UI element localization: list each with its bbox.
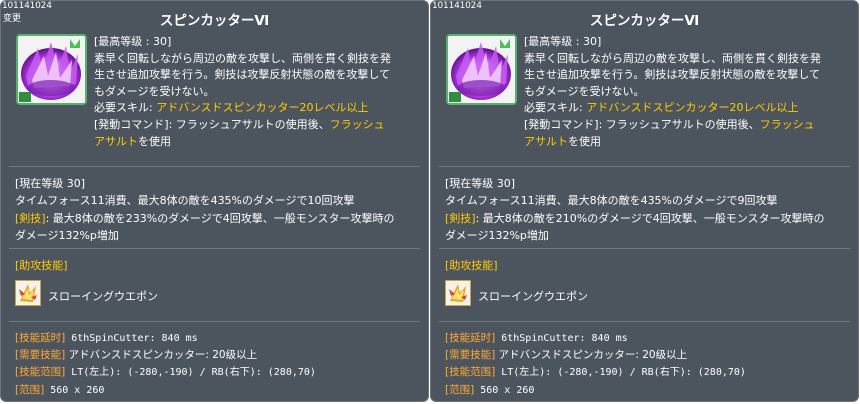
divider bbox=[439, 248, 850, 249]
desc-line-1: 素早く回転しながら周辺の敵を攻撃し、両側を貫く剣技を発 bbox=[524, 51, 821, 65]
stat-range-value: LT(左上): (-280,-190) / RB(右下): (280,70) bbox=[65, 367, 316, 379]
stat-delay: [技能延时] 6thSpinCutter: 840 ms bbox=[445, 330, 746, 347]
activation-command-cont: アサルトを使用 bbox=[94, 134, 424, 151]
stat-range: [技能范围] LT(左上): (-280,-190) / RB(右下): (28… bbox=[15, 364, 316, 381]
current-level: [現在等级 30] bbox=[445, 177, 516, 190]
desc-line-2: 生させ追加攻撃を行う。剣技は攻撃反射状態の敵を攻撃して bbox=[94, 68, 391, 82]
activation-command-value-2: アサルト bbox=[524, 134, 568, 148]
current-line-1: タイムフォース11消費、最大8体の敵を435%のダメージで9回攻撃 bbox=[445, 194, 778, 208]
stat-range: [技能范围] LT(左上): (-280,-190) / RB(右下): (28… bbox=[445, 364, 746, 381]
desc-line-1: 素早く回転しながら周辺の敵を攻撃し、両側を貫く剣技を発 bbox=[94, 51, 391, 65]
stat-area: [范围] 560 x 260 bbox=[445, 382, 746, 399]
stat-delay-label: [技能延时] bbox=[445, 332, 496, 344]
divider bbox=[439, 166, 850, 167]
skill-description: [最高等级 : 30] 素早く回転しながら周辺の敵を攻撃し、両側を貫く剣技を発 … bbox=[94, 34, 424, 150]
sword-tech-label: [剣技] bbox=[15, 211, 46, 225]
stat-range-label: [技能范围] bbox=[15, 366, 66, 379]
stat-delay-value: 6thSpinCutter: 840 ms bbox=[495, 333, 628, 344]
skill-tooltip-right: 101141024 スピンカッターⅥ [最高等级 : 30] 素早く回転しながら… bbox=[430, 0, 859, 402]
activation-command: [発動コマンド]: フラッシュアサルトの使用後、フラッシュ bbox=[94, 117, 424, 134]
stat-area-value: 560 x 260 bbox=[474, 384, 535, 396]
stat-required-value: アドバンスドスピンカッター: 20级以上 bbox=[495, 349, 688, 362]
divider bbox=[9, 321, 420, 322]
throwing-weapon-icon bbox=[15, 280, 41, 306]
activation-command-label: [発動コマンド]: フラッシュアサルトの使用後、 bbox=[94, 117, 330, 131]
activation-command-tail: を使用 bbox=[568, 134, 601, 148]
skill-description: [最高等级 : 30] 素早く回転しながら周辺の敵を攻撃し、両側を貫く剣技を発 … bbox=[524, 34, 854, 150]
stat-delay-value: 6thSpinCutter: 840 ms bbox=[65, 333, 198, 344]
stat-delay: [技能延时] 6thSpinCutter: 840 ms bbox=[15, 330, 316, 347]
stat-required-value: アドバンスドスピンカッター: 20级以上 bbox=[65, 349, 258, 362]
divider bbox=[439, 321, 850, 322]
desc-line-3: もダメージを受けない。 bbox=[524, 84, 645, 98]
purple-spin-cutter-icon bbox=[446, 34, 517, 105]
stat-area-label: [范围] bbox=[15, 383, 45, 396]
current-line-2: [剣技]: 最大8体の敵を233%のダメージで4回攻撃、一般モンスター攻撃時の bbox=[15, 210, 427, 227]
divider bbox=[9, 166, 420, 167]
current-line-2: [剣技]: 最大8体の敵を210%のダメージで4回攻撃、一般モンスター攻撃時の bbox=[445, 210, 857, 227]
purple-spin-cutter-icon bbox=[16, 34, 87, 105]
required-skill: 必要スキル: アドバンスドスピンカッター20レベル以上 bbox=[94, 100, 424, 117]
sword-tech-text: : 最大8体の敵を210%のダメージで4回攻撃、一般モンスター攻撃時の bbox=[475, 211, 825, 225]
activation-command-cont: アサルトを使用 bbox=[524, 134, 854, 151]
desc-line-2: 生させ追加攻撃を行う。剣技は攻撃反射状態の敵を攻撃して bbox=[524, 68, 821, 82]
stat-area: [范围] 560 x 260 bbox=[15, 382, 316, 399]
skill-title: スピンカッターⅥ bbox=[159, 13, 270, 29]
sword-tech-text: : 最大8体の敵を233%のダメージで4回攻撃、一般モンスター攻撃時の bbox=[45, 211, 395, 225]
activation-command-tail: を使用 bbox=[138, 134, 171, 148]
skill-stats: [技能延时] 6thSpinCutter: 840 ms [需要技能] アドバン… bbox=[445, 330, 746, 399]
stat-delay-label: [技能延时] bbox=[15, 332, 66, 344]
throwing-weapon-icon bbox=[445, 280, 471, 306]
stat-required: [需要技能] アドバンスドスピンカッター: 20级以上 bbox=[445, 347, 746, 364]
current-level-info: [現在等级 30] タイムフォース11消費、最大8体の敵を435%のダメージで1… bbox=[15, 175, 427, 244]
current-line-1: タイムフォース11消費、最大8体の敵を435%のダメージで10回攻撃 bbox=[15, 194, 355, 208]
stat-required-label: [需要技能] bbox=[445, 349, 496, 362]
assist-skill-name: スローイングウエポン bbox=[48, 290, 158, 303]
max-level: [最高等级 : 30] bbox=[94, 35, 172, 48]
current-level: [現在等级 30] bbox=[15, 177, 86, 190]
skill-stats: [技能延时] 6thSpinCutter: 840 ms [需要技能] アドバン… bbox=[15, 330, 316, 399]
stat-required: [需要技能] アドバンスドスピンカッター: 20级以上 bbox=[15, 347, 316, 364]
required-skill-label: 必要スキル: bbox=[94, 101, 157, 115]
assist-skill-name: スローイングウエポン bbox=[478, 290, 588, 303]
current-line-3: ダメージ132%p増加 bbox=[445, 228, 549, 242]
divider bbox=[9, 248, 420, 249]
stat-area-value: 560 x 260 bbox=[44, 384, 105, 396]
sword-tech-label: [剣技] bbox=[445, 211, 476, 225]
current-line-3: ダメージ132%p増加 bbox=[15, 228, 119, 242]
activation-command: [発動コマンド]: フラッシュアサルトの使用後、フラッシュ bbox=[524, 117, 854, 134]
current-level-info: [現在等级 30] タイムフォース11消費、最大8体の敵を435%のダメージで9… bbox=[445, 175, 857, 244]
assist-skill-title: [助攻技能] bbox=[15, 259, 68, 272]
skill-title: スピンカッターⅥ bbox=[589, 13, 700, 29]
required-skill: 必要スキル: アドバンスドスピンカッター20レベル以上 bbox=[524, 100, 854, 117]
max-level: [最高等级 : 30] bbox=[524, 35, 602, 48]
activation-command-value-2: アサルト bbox=[94, 134, 138, 148]
activation-command-value-1: フラッシュ bbox=[759, 117, 815, 131]
activation-command-value-1: フラッシュ bbox=[329, 117, 385, 131]
stat-range-label: [技能范围] bbox=[445, 366, 496, 379]
required-skill-value: アドバンスドスピンカッター20レベル以上 bbox=[586, 101, 799, 115]
required-skill-label: 必要スキル: bbox=[524, 101, 587, 115]
stat-required-label: [需要技能] bbox=[15, 349, 66, 362]
stat-range-value: LT(左上): (-280,-190) / RB(右下): (280,70) bbox=[495, 367, 746, 379]
assist-skill-title: [助攻技能] bbox=[445, 259, 498, 272]
stat-area-label: [范围] bbox=[445, 383, 475, 396]
activation-command-label: [発動コマンド]: フラッシュアサルトの使用後、 bbox=[524, 117, 760, 131]
desc-line-3: もダメージを受けない。 bbox=[94, 84, 215, 98]
required-skill-value: アドバンスドスピンカッター20レベル以上 bbox=[156, 101, 369, 115]
skill-tooltip-left: 101141024 变更 スピンカッターⅥ [最高等级 : 30] 素早く回転し… bbox=[0, 0, 429, 402]
